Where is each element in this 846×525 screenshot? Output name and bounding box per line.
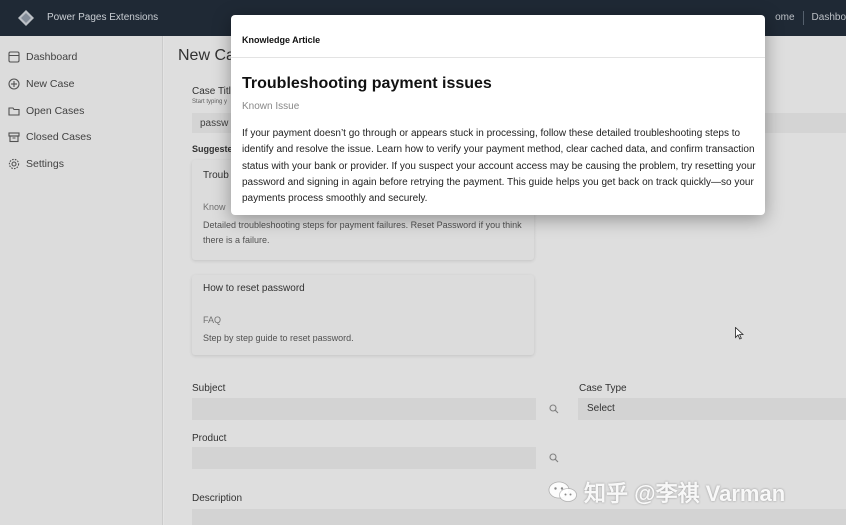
article-body: If your payment doesn’t go through or ap… (242, 128, 756, 205)
wechat-icon (548, 481, 577, 502)
mouse-cursor-icon (735, 327, 744, 340)
article-category: Known Issue (242, 101, 300, 112)
watermark-text: 知乎 @李祺 Varman (584, 481, 786, 506)
watermark: 知乎 @李祺 Varman (548, 476, 785, 508)
modal-heading: Knowledge Article (242, 35, 321, 45)
knowledge-article-modal: Knowledge Article Troubleshooting paymen… (231, 15, 765, 215)
modal-header: Knowledge Article (231, 15, 765, 58)
article-title: Troubleshooting payment issues (242, 75, 492, 92)
